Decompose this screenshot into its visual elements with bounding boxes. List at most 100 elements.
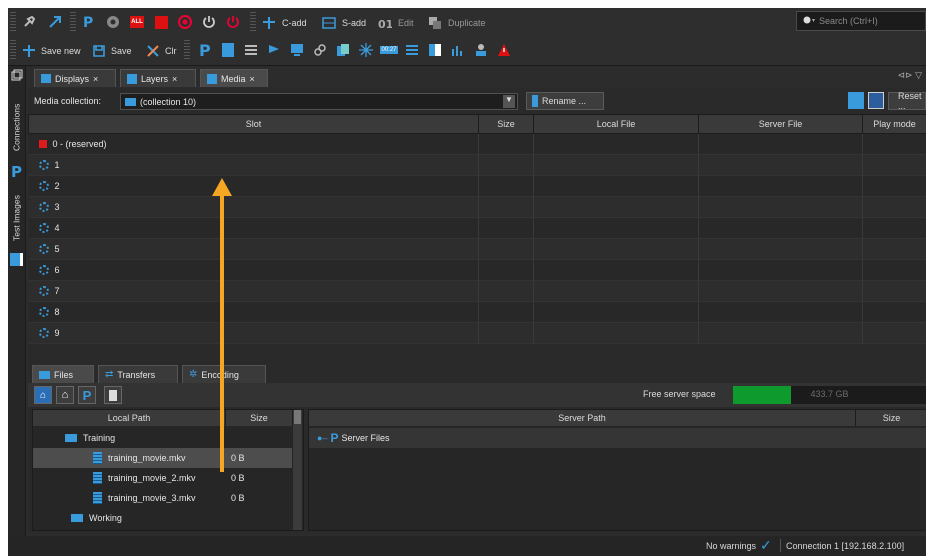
slot-cell[interactable]: 5 bbox=[28, 238, 479, 260]
preset-p-icon[interactable]: P bbox=[80, 13, 98, 31]
table-row[interactable]: 4 bbox=[28, 217, 926, 239]
tree-row[interactable]: training_movie_3.mkv 0 B bbox=[33, 488, 292, 508]
expand-icon[interactable]: ●– bbox=[317, 433, 327, 443]
slot-cell[interactable]: 4 bbox=[28, 217, 479, 239]
tree-row[interactable]: Working bbox=[33, 508, 292, 528]
stop-circle-icon[interactable] bbox=[176, 13, 194, 31]
table-row[interactable]: 0 - (reserved) bbox=[28, 133, 926, 155]
connections-p-icon[interactable]: P bbox=[8, 162, 25, 180]
restore-window-icon[interactable] bbox=[8, 68, 25, 82]
link-icon[interactable] bbox=[311, 41, 329, 59]
empty-cell[interactable] bbox=[698, 175, 863, 197]
warning-icon[interactable] bbox=[495, 41, 513, 59]
column-header[interactable]: Local File bbox=[533, 114, 699, 134]
slot-cell[interactable]: 6 bbox=[28, 259, 479, 281]
empty-cell[interactable] bbox=[698, 322, 863, 344]
user-icon[interactable] bbox=[472, 41, 490, 59]
empty-cell[interactable] bbox=[478, 301, 534, 323]
empty-cell[interactable] bbox=[533, 154, 699, 176]
empty-cell[interactable] bbox=[862, 301, 926, 323]
c-add-button[interactable]: C-add bbox=[260, 14, 307, 32]
search-box[interactable]: Search (Ctrl+I) bbox=[796, 11, 926, 31]
chevron-down-icon[interactable]: ▼ bbox=[503, 95, 515, 108]
column-header[interactable]: Size bbox=[478, 114, 534, 134]
tab-displays[interactable]: Displays × bbox=[34, 69, 116, 87]
power-icon[interactable] bbox=[200, 13, 218, 31]
empty-cell[interactable] bbox=[533, 301, 699, 323]
empty-cell[interactable] bbox=[698, 196, 863, 218]
empty-cell[interactable] bbox=[698, 217, 863, 239]
close-icon[interactable]: × bbox=[250, 74, 255, 84]
table-row[interactable]: 9 bbox=[28, 322, 926, 344]
column-header[interactable]: Server File bbox=[698, 114, 863, 134]
empty-cell[interactable] bbox=[533, 280, 699, 302]
empty-cell[interactable] bbox=[698, 154, 863, 176]
home-up-button[interactable]: ⌂ bbox=[34, 386, 52, 404]
slot-cell[interactable]: 7 bbox=[28, 280, 479, 302]
timecode-icon[interactable]: 00:27 bbox=[380, 41, 398, 59]
table-row[interactable]: 6 bbox=[28, 259, 926, 281]
save-new-button[interactable]: Save new bbox=[20, 42, 81, 60]
empty-cell[interactable] bbox=[533, 175, 699, 197]
empty-cell[interactable] bbox=[862, 259, 926, 281]
empty-cell[interactable] bbox=[862, 322, 926, 344]
table-row[interactable]: 2 bbox=[28, 175, 926, 197]
empty-cell[interactable] bbox=[533, 133, 699, 155]
save-button[interactable]: Save bbox=[90, 42, 132, 60]
toolbar-grip[interactable] bbox=[250, 12, 256, 32]
list-view-icon[interactable] bbox=[868, 92, 884, 109]
empty-cell[interactable] bbox=[478, 133, 534, 155]
preset-p-icon[interactable]: P bbox=[196, 41, 214, 59]
close-icon[interactable]: × bbox=[172, 74, 177, 84]
empty-cell[interactable] bbox=[478, 175, 534, 197]
empty-cell[interactable] bbox=[478, 154, 534, 176]
menu-icon[interactable] bbox=[403, 41, 421, 59]
toolbar-grip[interactable] bbox=[70, 12, 76, 32]
empty-cell[interactable] bbox=[478, 259, 534, 281]
grid-view-icon[interactable] bbox=[848, 92, 864, 109]
bar-chart-icon[interactable] bbox=[449, 41, 467, 59]
slot-cell[interactable]: 1 bbox=[28, 154, 479, 176]
empty-cell[interactable] bbox=[698, 259, 863, 281]
tab-layers[interactable]: Layers × bbox=[120, 69, 196, 87]
tree-row[interactable]: training_movie.mkv 0 B bbox=[33, 448, 292, 468]
empty-cell[interactable] bbox=[533, 196, 699, 218]
slot-cell[interactable]: 0 - (reserved) bbox=[28, 133, 479, 155]
red-square-icon[interactable] bbox=[152, 13, 170, 31]
empty-cell[interactable] bbox=[533, 259, 699, 281]
column-header[interactable]: Play mode bbox=[862, 114, 926, 134]
list-icon[interactable] bbox=[242, 41, 260, 59]
empty-cell[interactable] bbox=[478, 280, 534, 302]
tab-media[interactable]: Media × bbox=[200, 69, 268, 87]
tab-files[interactable]: Files bbox=[32, 365, 94, 383]
column-header[interactable]: Local Path bbox=[33, 410, 226, 426]
empty-cell[interactable] bbox=[862, 175, 926, 197]
toolbar-grip[interactable] bbox=[10, 12, 16, 32]
copy-icon[interactable] bbox=[334, 41, 352, 59]
empty-cell[interactable] bbox=[533, 217, 699, 239]
flag-icon[interactable] bbox=[265, 41, 283, 59]
tree-row[interactable]: ●– P Server Files bbox=[309, 428, 926, 448]
table-row[interactable]: 5 bbox=[28, 238, 926, 260]
empty-cell[interactable] bbox=[698, 280, 863, 302]
column-header[interactable]: Slot bbox=[28, 114, 479, 134]
empty-cell[interactable] bbox=[698, 133, 863, 155]
home-button[interactable]: ⌂ bbox=[56, 386, 74, 404]
pin-icon[interactable] bbox=[20, 13, 38, 31]
table-row[interactable]: 3 bbox=[28, 196, 926, 218]
info-icon[interactable] bbox=[219, 41, 237, 59]
tree-row[interactable]: Training bbox=[33, 428, 292, 448]
empty-cell[interactable] bbox=[533, 322, 699, 344]
empty-cell[interactable] bbox=[862, 154, 926, 176]
server-p-button[interactable]: P bbox=[78, 386, 96, 404]
empty-cell[interactable] bbox=[698, 301, 863, 323]
slot-cell[interactable]: 8 bbox=[28, 301, 479, 323]
tree-row[interactable]: training_movie_2.mkv 0 B bbox=[33, 468, 292, 488]
scrollbar-corner-icon[interactable] bbox=[294, 410, 301, 424]
collection-select[interactable]: (collection 10) ▼ bbox=[120, 93, 518, 110]
slot-cell[interactable]: 9 bbox=[28, 322, 479, 344]
tab-transfers[interactable]: ⇄ Transfers bbox=[98, 365, 178, 383]
empty-cell[interactable] bbox=[478, 238, 534, 260]
toolbar-grip[interactable] bbox=[184, 40, 190, 60]
empty-cell[interactable] bbox=[862, 238, 926, 260]
